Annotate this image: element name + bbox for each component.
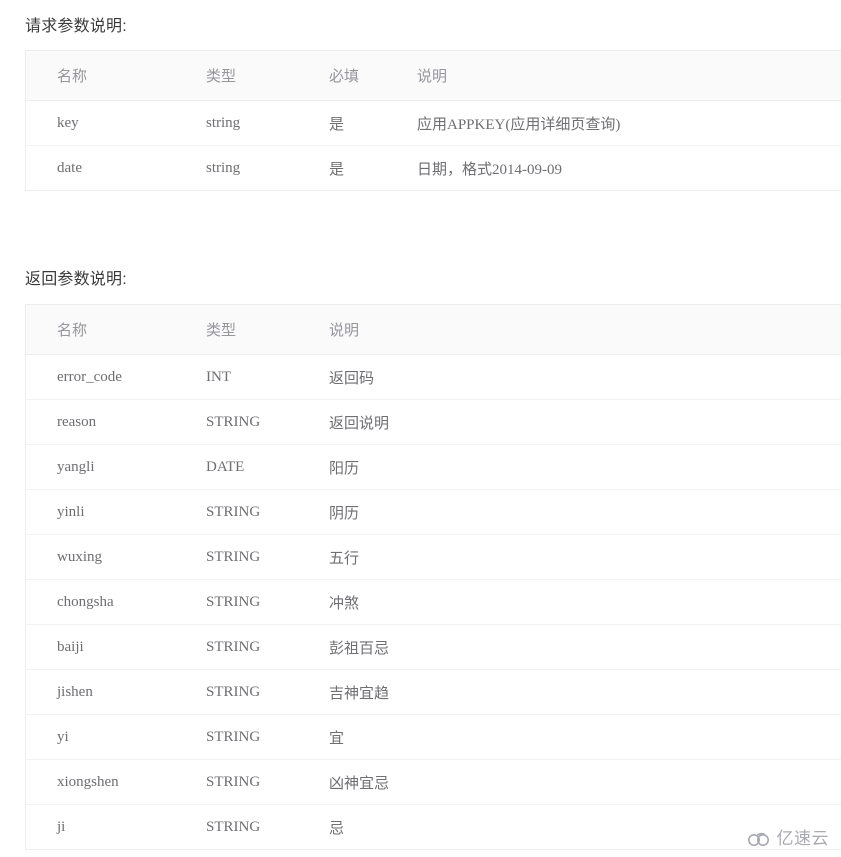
cloud-icon <box>747 830 773 848</box>
watermark-text: 亿速云 <box>776 828 829 849</box>
request-params-heading: 请求参数说明: <box>25 18 127 35</box>
cell-desc: 返回说明 <box>329 399 841 445</box>
column-header-name: 名称 <box>25 304 206 355</box>
request-params-table: 名称 类型 必填 说明 key string 是 应用APPKEY(应用详细页查… <box>25 50 841 191</box>
watermark: 亿速云 <box>747 830 830 848</box>
cell-name: reason <box>25 399 206 445</box>
cell-desc: 五行 <box>329 534 841 580</box>
cell-type: INT <box>206 354 329 400</box>
table-row: wuxing STRING 五行 <box>25 534 841 580</box>
response-params-table: 名称 类型 说明 error_code INT 返回码 reason STRIN… <box>25 304 841 850</box>
table-row: yi STRING 宜 <box>25 714 841 760</box>
cell-name: yi <box>25 714 206 760</box>
table-row: error_code INT 返回码 <box>25 354 841 400</box>
request-params-table-head: 名称 类型 必填 说明 <box>25 50 841 101</box>
cell-name: wuxing <box>25 534 206 580</box>
response-params-table-head: 名称 类型 说明 <box>25 304 841 355</box>
cell-type: STRING <box>206 669 329 715</box>
table-header-row: 名称 类型 说明 <box>25 304 841 355</box>
cell-name: yangli <box>25 444 206 490</box>
cell-desc: 凶神宜忌 <box>329 759 841 805</box>
cell-required: 是 <box>329 100 417 146</box>
cell-type: STRING <box>206 714 329 760</box>
cell-type: DATE <box>206 444 329 490</box>
cell-type: STRING <box>206 534 329 580</box>
column-header-required: 必填 <box>329 50 417 101</box>
cell-name: baiji <box>25 624 206 670</box>
cell-type: STRING <box>206 624 329 670</box>
cell-desc: 彭祖百忌 <box>329 624 841 670</box>
cell-desc: 冲煞 <box>329 579 841 625</box>
cell-required: 是 <box>329 145 417 191</box>
response-params-heading: 返回参数说明: <box>25 271 127 288</box>
cell-type: string <box>206 145 329 191</box>
cell-name: ji <box>25 804 206 850</box>
cell-desc: 返回码 <box>329 354 841 400</box>
table-row: yinli STRING 阴历 <box>25 489 841 535</box>
cell-desc: 日期，格式2014-09-09 <box>417 145 841 191</box>
cell-type: string <box>206 100 329 146</box>
column-header-desc: 说明 <box>329 304 841 355</box>
cell-desc: 阳历 <box>329 444 841 490</box>
cell-name: xiongshen <box>25 759 206 805</box>
cell-type: STRING <box>206 804 329 850</box>
cell-desc: 吉神宜趋 <box>329 669 841 715</box>
cell-name: jishen <box>25 669 206 715</box>
cell-type: STRING <box>206 489 329 535</box>
table-row: chongsha STRING 冲煞 <box>25 579 841 625</box>
table-row: yangli DATE 阳历 <box>25 444 841 490</box>
cell-type: STRING <box>206 399 329 445</box>
column-header-type: 类型 <box>206 304 329 355</box>
table-row: ji STRING 忌 <box>25 804 841 850</box>
cell-name: chongsha <box>25 579 206 625</box>
request-params-table-body: key string 是 应用APPKEY(应用详细页查询) date stri… <box>25 100 841 191</box>
table-row: reason STRING 返回说明 <box>25 399 841 445</box>
cell-desc: 宜 <box>329 714 841 760</box>
document-page: 请求参数说明: 名称 类型 必填 说明 key string 是 应用APPKE… <box>0 0 841 857</box>
column-header-desc: 说明 <box>417 50 841 101</box>
table-row: jishen STRING 吉神宜趋 <box>25 669 841 715</box>
cell-name: error_code <box>25 354 206 400</box>
cell-name: key <box>25 100 206 146</box>
table-row: xiongshen STRING 凶神宜忌 <box>25 759 841 805</box>
cell-type: STRING <box>206 759 329 805</box>
column-header-name: 名称 <box>25 50 206 101</box>
cell-name: date <box>25 145 206 191</box>
column-header-type: 类型 <box>206 50 329 101</box>
cell-type: STRING <box>206 579 329 625</box>
table-row: key string 是 应用APPKEY(应用详细页查询) <box>25 100 841 146</box>
response-params-table-body: error_code INT 返回码 reason STRING 返回说明 ya… <box>25 354 841 850</box>
table-row: date string 是 日期，格式2014-09-09 <box>25 145 841 191</box>
cell-name: yinli <box>25 489 206 535</box>
cell-desc: 应用APPKEY(应用详细页查询) <box>417 100 841 146</box>
table-row: baiji STRING 彭祖百忌 <box>25 624 841 670</box>
cell-desc: 阴历 <box>329 489 841 535</box>
table-header-row: 名称 类型 必填 说明 <box>25 50 841 101</box>
